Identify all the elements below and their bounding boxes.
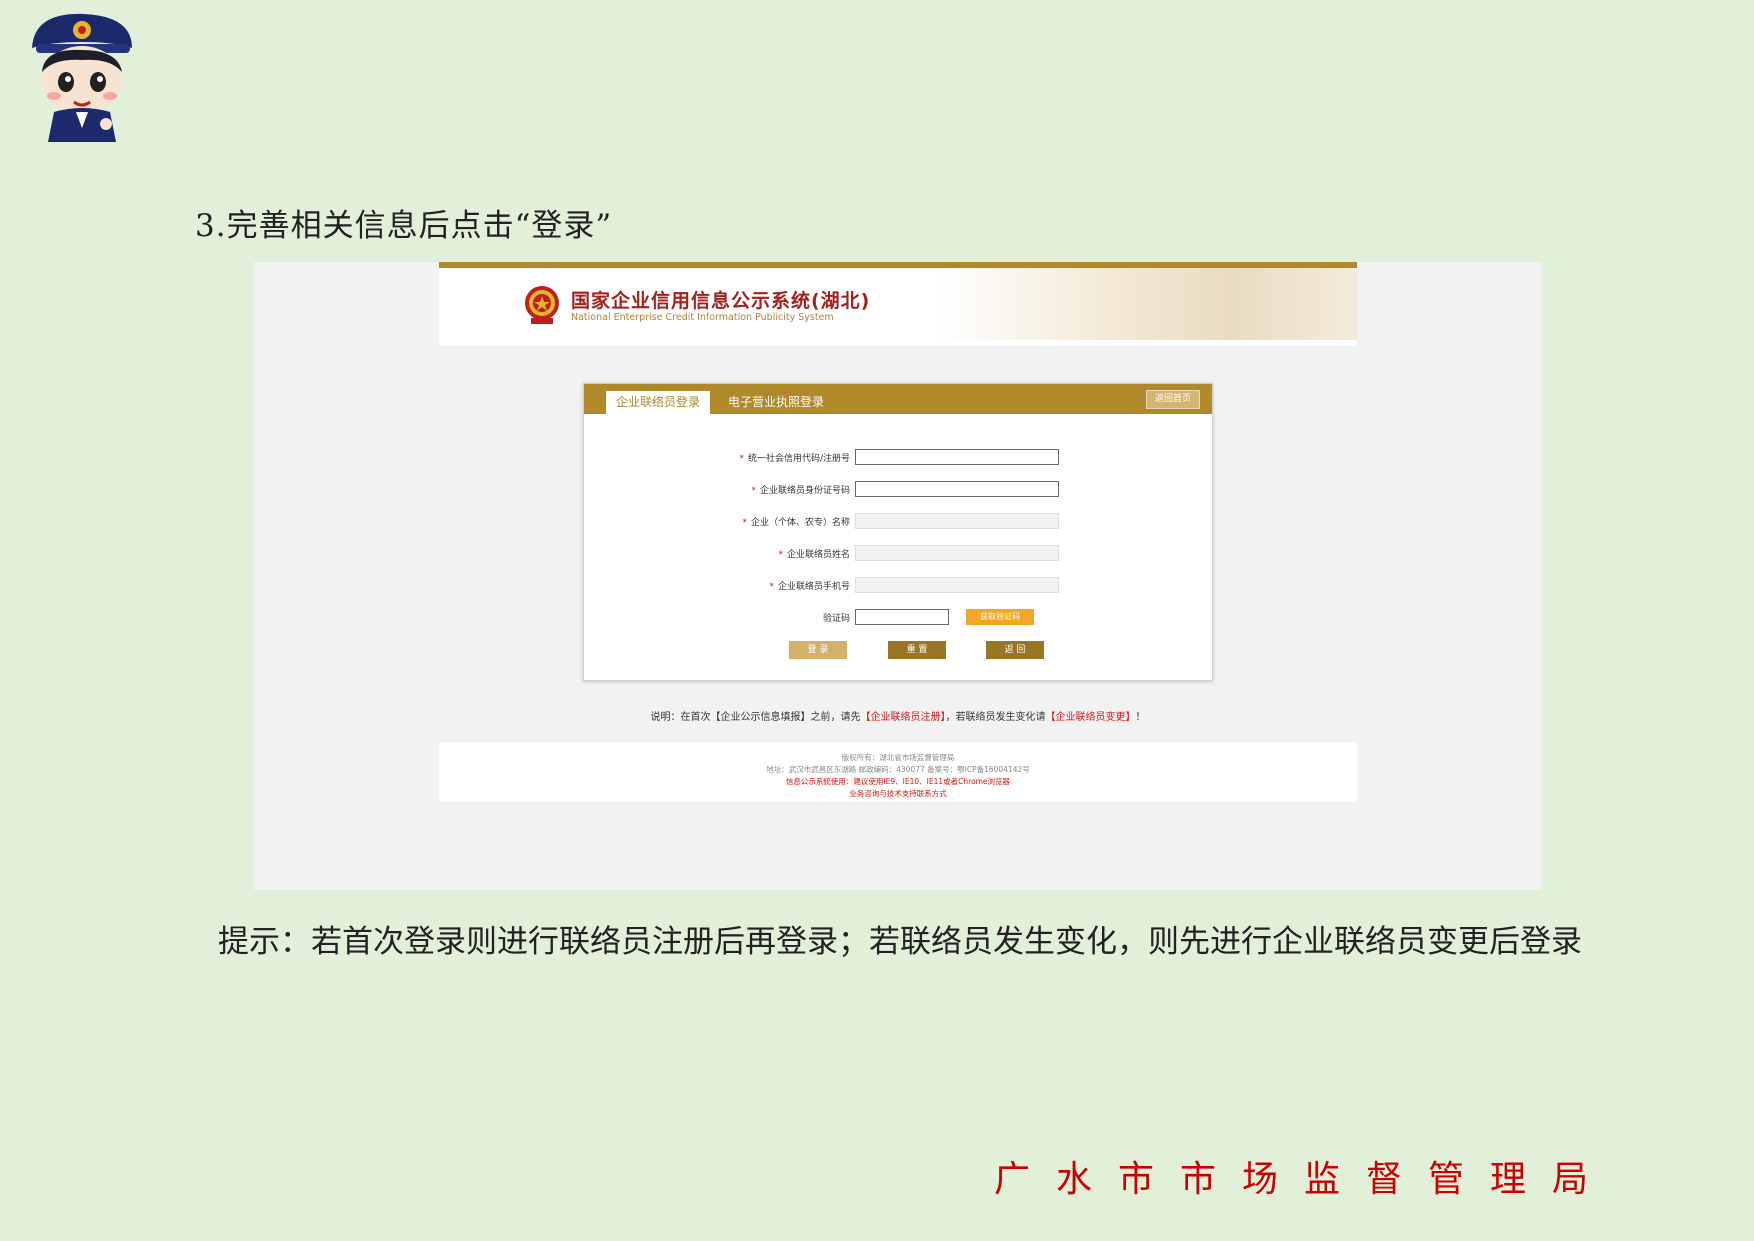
get-captcha-button[interactable]: 获取验证码 — [966, 609, 1034, 625]
liaison-change-link[interactable]: 【企业联络员变更】 — [1046, 712, 1136, 723]
tab-liaison-login[interactable]: 企业联络员登录 — [606, 391, 711, 414]
field-label-credit-code: * 统一社会信用代码/注册号 — [739, 454, 850, 464]
field-row-liaison-name: * 企业联络员姓名 — [584, 545, 1212, 563]
mascot-officer-icon — [32, 13, 132, 142]
site-banner: 国家企业信用信息公示系统(湖北) National Enterprise Cre… — [439, 262, 1357, 346]
tip-text: 提示：若首次登录则进行联络员注册后再登录；若联络员发生变化，则先进行企业联络员变… — [218, 924, 1582, 960]
screenshot-panel: 国家企业信用信息公示系统(湖北) National Enterprise Cre… — [254, 262, 1542, 890]
organization-name: 广水市市场监督管理局 — [993, 1159, 1614, 1200]
footer-copyright: 版权所有：湖北省市场监督管理局 — [841, 753, 955, 762]
field-label-captcha: 验证码 — [822, 614, 850, 624]
login-card: 企业联络员登录 电子营业执照登录 返回首页 * 统一社会信用代码/注册号 * 企业联… — [583, 383, 1213, 681]
footer-address: 地址：武汉市武昌区东湖路 邮政编码：430077 备案号：鄂ICP备160041… — [766, 765, 1030, 774]
liaison-phone-input — [855, 577, 1059, 593]
reset-button[interactable]: 重 置 — [888, 641, 946, 659]
field-row-credit-code: * 统一社会信用代码/注册号 — [584, 449, 1212, 467]
step-heading: 3.完善相关信息后点击“登录” — [195, 208, 613, 244]
field-label-liaison-name: * 企业联络员姓名 — [778, 550, 850, 560]
login-note: 说明：在首次【企业公示信息填报】之前，请先【企业联络员注册】，若联络员发生变化请… — [650, 712, 1146, 723]
back-button[interactable]: 返 回 — [986, 641, 1044, 659]
liaison-name-input — [855, 545, 1059, 561]
banner-mountain-graphic — [937, 268, 1357, 340]
credit-code-input[interactable] — [855, 449, 1059, 465]
footer-support: 业务咨询与技术支持联系方式 — [849, 789, 947, 798]
enterprise-name-input — [855, 513, 1059, 529]
banner-subtitle: National Enterprise Credit Information P… — [571, 312, 834, 323]
back-home-button[interactable]: 返回首页 — [1145, 390, 1200, 409]
field-label-id-number: * 企业联络员身份证号码 — [751, 486, 850, 496]
liaison-register-link[interactable]: 【企业联络员注册】 — [861, 712, 946, 723]
field-row-liaison-phone: * 企业联络员手机号 — [584, 577, 1212, 595]
tab-e-license-login[interactable]: 电子营业执照登录 — [718, 391, 834, 414]
footer-browser-tip: 信息公示系统使用：建议使用IE9、IE10、IE11或者Chrome浏览器 — [785, 777, 1011, 786]
login-card-header: 企业联络员登录 电子营业执照登录 返回首页 — [584, 384, 1212, 414]
national-emblem-icon — [525, 286, 559, 324]
field-row-captcha: 验证码 获取验证码 — [584, 609, 1212, 627]
banner-title: 国家企业信用信息公示系统(湖北) — [571, 290, 871, 312]
field-row-id-number: * 企业联络员身份证号码 — [584, 481, 1212, 499]
login-button[interactable]: 登 录 — [789, 641, 847, 659]
field-label-liaison-phone: * 企业联络员手机号 — [769, 582, 850, 592]
field-label-enterprise-name: * 企业（个体、农专）名称 — [742, 518, 850, 528]
site-footer: 版权所有：湖北省市场监督管理局 地址：武汉市武昌区东湖路 邮政编码：430077… — [439, 742, 1357, 802]
captcha-input[interactable] — [855, 609, 949, 625]
field-row-enterprise-name: * 企业（个体、农专）名称 — [584, 513, 1212, 531]
id-number-input[interactable] — [855, 481, 1059, 497]
